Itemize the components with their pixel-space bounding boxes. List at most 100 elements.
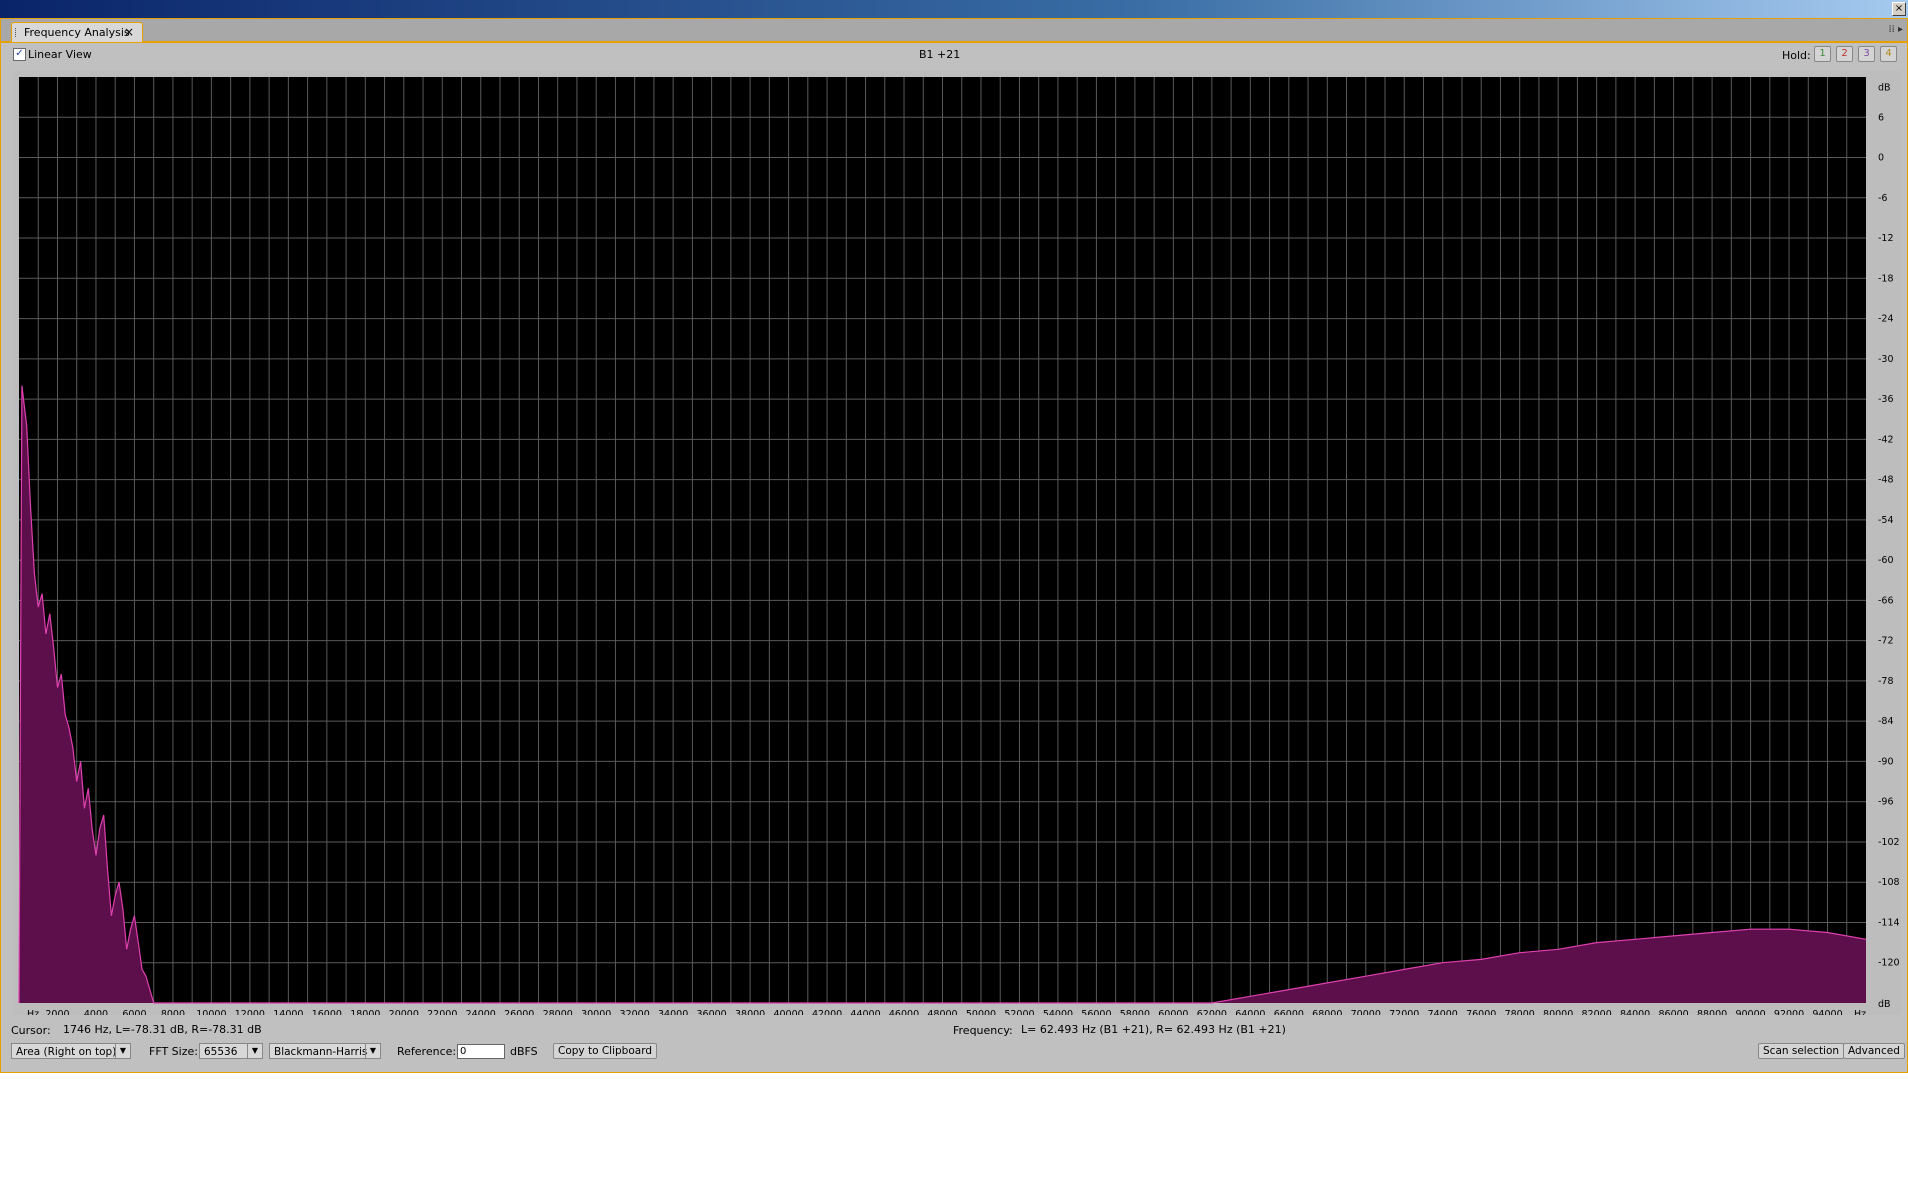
frequency-readout: L= 62.493 Hz (B1 +21), R= 62.493 Hz (B1 …: [1021, 1023, 1286, 1036]
x-tick-label: 42000: [812, 1009, 842, 1015]
tab-frequency-analysis[interactable]: Frequency Analysis ×: [11, 22, 143, 42]
x-tick-label: 32000: [620, 1009, 650, 1015]
x-tick-label: 90000: [1735, 1009, 1765, 1015]
tab-strip: Frequency Analysis × ⁞⁞ ▸: [1, 19, 1907, 43]
x-tick-label: 68000: [1312, 1009, 1342, 1015]
linear-view-checkbox[interactable]: ✓: [13, 48, 26, 61]
x-tick-label: 64000: [1235, 1009, 1265, 1015]
hold-button-3[interactable]: 3: [1858, 46, 1875, 62]
x-tick-label: 66000: [1274, 1009, 1304, 1015]
y-tick-label: -114: [1878, 917, 1900, 928]
x-tick-label: 92000: [1774, 1009, 1804, 1015]
y-tick-label: -36: [1878, 394, 1894, 405]
chevron-down-icon[interactable]: ▼: [247, 1044, 262, 1058]
x-tick-label: 34000: [658, 1009, 688, 1015]
x-tick-label: 80000: [1543, 1009, 1573, 1015]
x-tick-label: 4000: [84, 1009, 108, 1015]
x-tick-label: 50000: [966, 1009, 996, 1015]
x-tick-label: 8000: [161, 1009, 185, 1015]
graph-mode-select[interactable]: Area (Right on top) ▼: [11, 1043, 131, 1059]
fft-size-select[interactable]: 65536 ▼: [199, 1043, 263, 1059]
copy-to-clipboard-button[interactable]: Copy to Clipboard: [553, 1043, 658, 1059]
frequency-analysis-panel: Frequency Analysis × ⁞⁞ ▸ ✓ Linear View …: [0, 18, 1908, 1073]
y-tick-label: -90: [1878, 756, 1894, 767]
y-tick-label: -30: [1878, 354, 1894, 365]
x-tick-label: 58000: [1120, 1009, 1150, 1015]
x-tick-label: 6000: [122, 1009, 146, 1015]
x-tick-label: 30000: [581, 1009, 611, 1015]
x-tick-label: 38000: [735, 1009, 765, 1015]
x-tick-label: 26000: [504, 1009, 534, 1015]
y-tick-label: 0: [1878, 153, 1884, 164]
window-function-select[interactable]: Blackmann-Harris ▼: [269, 1043, 381, 1059]
x-tick-label: 60000: [1158, 1009, 1188, 1015]
window-titlebar: ×: [0, 0, 1908, 18]
spectrum-chart[interactable]: Hz 2000 4000 6000 8000 10000 12000 14000 16000 18…: [13, 71, 1901, 1020]
fft-size-label: FFT Size:: [149, 1045, 198, 1058]
y-tick-label: -18: [1878, 273, 1894, 284]
linear-view-label: Linear View: [28, 48, 92, 61]
advanced-button[interactable]: Advanced: [1843, 1043, 1905, 1059]
x-tick-label: 86000: [1658, 1009, 1688, 1015]
window-function-value: Blackmann-Harris: [274, 1046, 368, 1058]
x-tick-label: 44000: [850, 1009, 880, 1015]
reference-input[interactable]: 0: [457, 1044, 505, 1059]
cursor-label: Cursor:: [11, 1024, 51, 1037]
spectrum-plot[interactable]: Hz 2000 4000 6000 8000 10000 12000 14000 16000 18…: [13, 71, 1901, 1020]
reference-unit: dBFS: [510, 1045, 538, 1058]
x-tick-label: 74000: [1428, 1009, 1458, 1015]
x-tick-label: 28000: [543, 1009, 573, 1015]
x-tick-label: 88000: [1697, 1009, 1727, 1015]
reference-label: Reference:: [397, 1045, 457, 1058]
view-toolbar: ✓ Linear View B1 +21 Hold: 1 2 3 4: [1, 43, 1907, 65]
chevron-down-icon[interactable]: ▼: [115, 1044, 130, 1058]
status-row: Cursor: 1746 Hz, L=-78.31 dB, R=-78.31 d…: [1, 1021, 1907, 1039]
y-tick-label: -54: [1878, 515, 1894, 526]
x-tick-label: 56000: [1081, 1009, 1111, 1015]
x-tick-label: 52000: [1004, 1009, 1034, 1015]
tab-label: Frequency Analysis: [24, 26, 130, 39]
x-tick-label: 94000: [1812, 1009, 1842, 1015]
x-tick-label: 36000: [697, 1009, 727, 1015]
y-tick-label: -24: [1878, 314, 1894, 325]
y-axis-unit-top: dB: [1878, 82, 1891, 93]
x-tick-label: 16000: [312, 1009, 342, 1015]
x-tick-label: 72000: [1389, 1009, 1419, 1015]
x-tick-label: 40000: [773, 1009, 803, 1015]
panel-menu-icon[interactable]: ⁞⁞ ▸: [1888, 24, 1903, 35]
x-tick-label: 48000: [927, 1009, 957, 1015]
frequency-label: Frequency:: [953, 1024, 1013, 1037]
y-axis-unit-bottom: dB: [1878, 999, 1891, 1010]
x-axis-unit-left: Hz: [27, 1009, 39, 1015]
pitch-readout: B1 +21: [919, 48, 961, 61]
hold-button-2[interactable]: 2: [1836, 46, 1853, 62]
hold-button-1[interactable]: 1: [1814, 46, 1831, 62]
hold-button-4[interactable]: 4: [1880, 46, 1897, 62]
x-tick-label: 22000: [427, 1009, 457, 1015]
x-tick-label: 70000: [1351, 1009, 1381, 1015]
y-tick-label: -102: [1878, 837, 1900, 848]
fft-size-value: 65536: [204, 1046, 238, 1058]
controls-row: Area (Right on top) ▼ FFT Size: 65536 ▼ …: [1, 1041, 1907, 1063]
x-tick-label: 46000: [889, 1009, 919, 1015]
y-tick-label: -60: [1878, 555, 1894, 566]
y-tick-label: -66: [1878, 595, 1894, 606]
x-axis-unit-right: Hz: [1854, 1009, 1866, 1015]
scan-selection-button[interactable]: Scan selection: [1758, 1043, 1845, 1059]
y-tick-label: -72: [1878, 636, 1894, 647]
tab-close-icon[interactable]: ×: [124, 25, 134, 39]
x-tick-label: 82000: [1582, 1009, 1612, 1015]
x-tick-label: 78000: [1505, 1009, 1535, 1015]
close-icon[interactable]: ×: [1892, 2, 1906, 16]
y-tick-label: -108: [1878, 877, 1900, 888]
y-tick-label: -42: [1878, 434, 1894, 445]
y-tick-label: -84: [1878, 716, 1894, 727]
x-tick-label: 12000: [235, 1009, 265, 1015]
y-tick-label: -120: [1878, 958, 1900, 969]
hold-label: Hold:: [1782, 49, 1811, 62]
x-tick-label: 10000: [196, 1009, 226, 1015]
y-tick-label: -6: [1878, 193, 1887, 204]
chevron-down-icon[interactable]: ▼: [365, 1044, 380, 1058]
x-tick-label: 24000: [466, 1009, 496, 1015]
y-tick-label: 6: [1878, 112, 1884, 123]
